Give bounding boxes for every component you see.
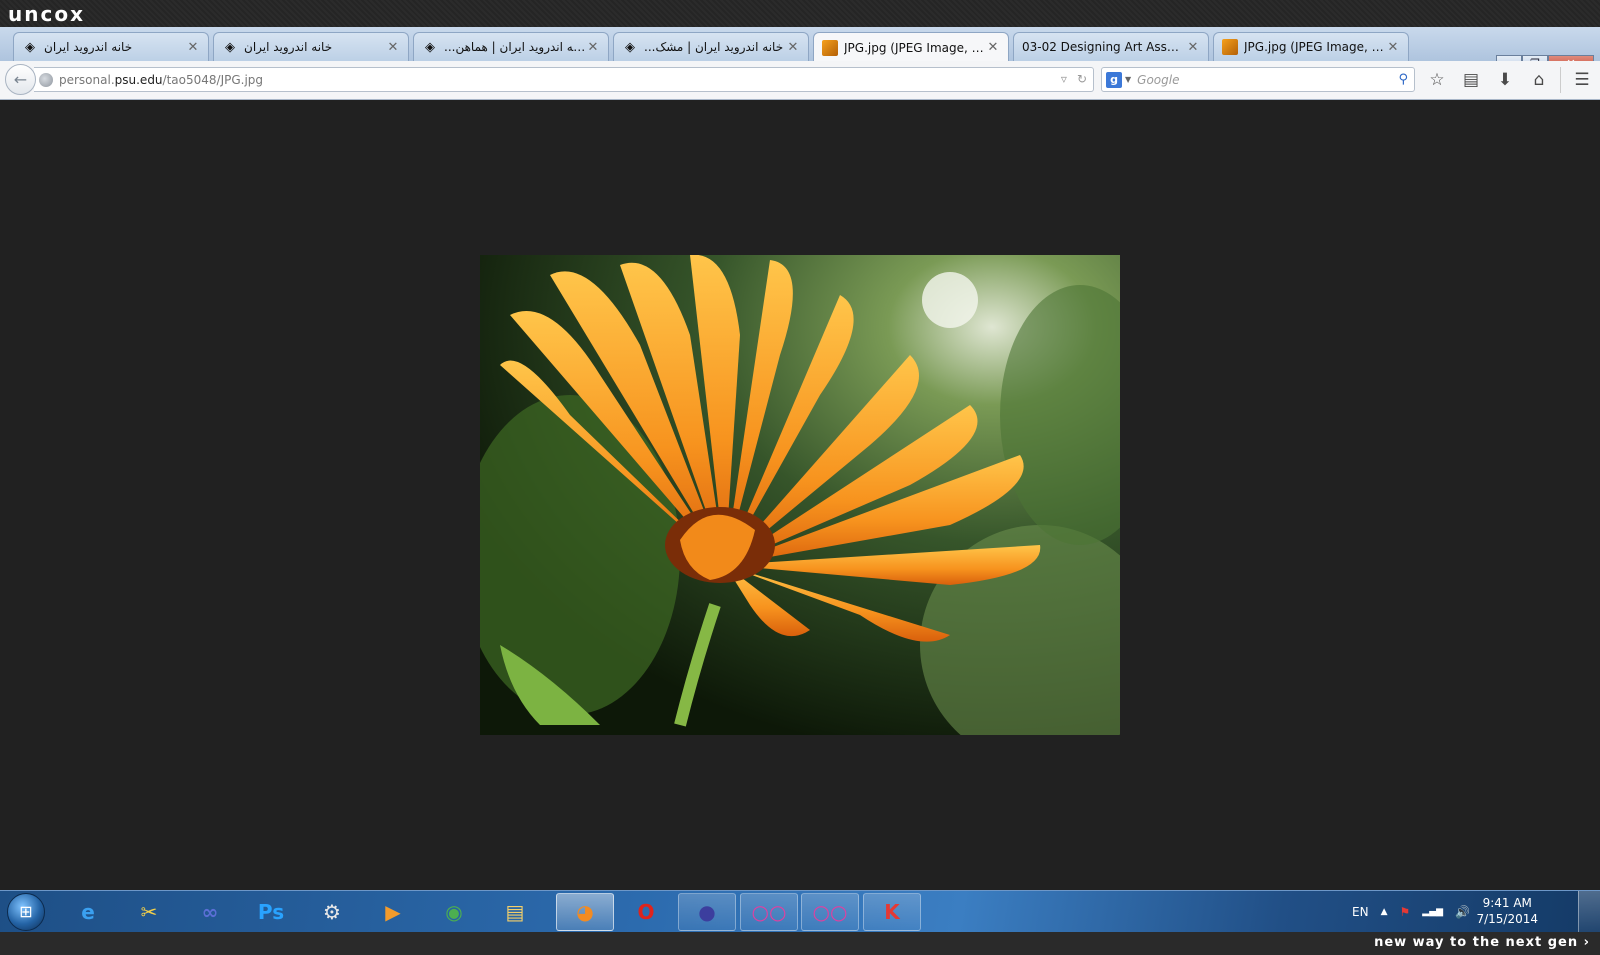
back-button[interactable]: ← <box>5 64 36 95</box>
search-input[interactable]: Google <box>1137 73 1398 87</box>
menu-icon[interactable]: ☰ <box>1565 66 1599 94</box>
history-dropdown-icon[interactable]: ▿ <box>1061 72 1067 86</box>
close-tab-icon[interactable]: ✕ <box>386 40 400 55</box>
clock-time: 9:41 AM <box>1482 896 1532 910</box>
brand-bar: uncox <box>0 0 1600 27</box>
tab-3[interactable]: ◈ ...خانه اندروید ایران | هماهن ✕ <box>413 32 609 61</box>
system-tray: EN ▲ ⚑ ▂▄▆ 🔊 <box>1352 891 1470 933</box>
eclipse-icon[interactable]: ● <box>678 893 736 931</box>
link-app-icon[interactable]: ○○ <box>740 893 798 931</box>
tab-2[interactable]: ◈ خانه اندروید ایران ✕ <box>213 32 409 61</box>
close-tab-icon[interactable]: ✕ <box>1386 40 1400 55</box>
tab-label: JPG.jpg (JPEG Image, 640... <box>844 40 986 55</box>
link-app-icon-2[interactable]: ○○ <box>801 893 859 931</box>
flower-image[interactable] <box>480 255 1120 735</box>
google-engine-icon[interactable]: g <box>1106 71 1122 88</box>
infinity-app-icon[interactable]: ∞ <box>181 893 239 931</box>
android-diamond-icon: ◈ <box>425 39 435 55</box>
close-tab-icon[interactable]: ✕ <box>986 40 1000 55</box>
tab-label: ...خانه اندروید ایران | هماهن <box>444 40 586 54</box>
downloads-icon[interactable]: ⬇ <box>1488 66 1522 94</box>
action-center-flag-icon[interactable]: ⚑ <box>1400 905 1411 919</box>
android-diamond-icon: ◈ <box>225 39 235 55</box>
android-diamond-icon: ◈ <box>625 39 635 55</box>
tab-label: 03-02 Designing Art Assets.m... <box>1022 40 1186 54</box>
bookmark-star-icon[interactable]: ☆ <box>1420 66 1454 94</box>
show-desktop-button[interactable] <box>1578 891 1600 933</box>
close-tab-icon[interactable]: ✕ <box>586 40 600 55</box>
tab-label: خانه اندروید ایران <box>244 40 333 54</box>
url-text[interactable]: personal.psu.edu/tao5048/JPG.jpg <box>59 73 263 87</box>
tab-1[interactable]: ◈ خانه اندروید ایران ✕ <box>13 32 209 61</box>
engine-dropdown-icon[interactable]: ▼ <box>1125 75 1131 84</box>
globe-icon <box>39 72 53 87</box>
tab-7[interactable]: JPG.jpg (JPEG Image, 640...✕ <box>1213 32 1409 61</box>
tab-strip: ◈ خانه اندروید ایران ✕ ◈ خانه اندروید ایران ✕… <box>0 27 1600 81</box>
search-icon[interactable]: ⚲ <box>1398 72 1408 87</box>
clock-date: 7/15/2014 <box>1476 912 1538 926</box>
photoshop-icon[interactable]: Ps <box>242 893 300 931</box>
image-thumbnail-icon <box>822 39 838 56</box>
tab-4[interactable]: ◈ ...خانه اندروید ایران | مشک ✕ <box>613 32 809 61</box>
url-domain: psu.edu <box>114 72 163 87</box>
tab-label: JPG.jpg (JPEG Image, 640... <box>1244 40 1386 54</box>
android-diamond-icon: ◈ <box>25 39 35 55</box>
footer-bar: new way to the next gen › <box>0 932 1600 955</box>
navigation-toolbar: personal.psu.edu/tao5048/JPG.jpg ▿ ↻ ← g… <box>0 61 1600 100</box>
tagline: new way to the next gen › <box>1374 935 1590 950</box>
opera-icon[interactable]: O <box>617 893 675 931</box>
close-tab-icon[interactable]: ✕ <box>786 40 800 55</box>
tab-label: ...خانه اندروید ایران | مشک <box>644 40 784 54</box>
tab-6[interactable]: 03-02 Designing Art Assets.m...✕ <box>1013 32 1209 61</box>
toolbar-divider <box>1560 67 1561 93</box>
windows-taskbar: ⊞ e ✂ ∞ Ps ⚙ ▶ ◉ ▤ ◕ O ● ○○ ○○ K EN ▲ ⚑ ▂▄▆ 🔊 9:41 AM… <box>0 890 1600 933</box>
reload-icon[interactable]: ↻ <box>1077 72 1087 86</box>
image-thumbnail-icon <box>1222 39 1238 55</box>
network-signal-icon[interactable]: ▂▄▆ <box>1422 907 1443 917</box>
close-tab-icon[interactable]: ✕ <box>186 40 200 55</box>
media-player-icon[interactable]: ▶ <box>364 893 422 931</box>
chrome-icon[interactable]: ◉ <box>425 893 483 931</box>
image-viewer <box>0 100 1600 890</box>
clock[interactable]: 9:41 AM 7/15/2014 <box>1476 895 1538 927</box>
close-tab-icon[interactable]: ✕ <box>1186 40 1200 55</box>
url-bar[interactable]: personal.psu.edu/tao5048/JPG.jpg ▿ ↻ <box>34 67 1094 92</box>
volume-icon[interactable]: 🔊 <box>1455 905 1470 919</box>
bookmarks-menu-icon[interactable]: ▤ <box>1454 66 1488 94</box>
kaspersky-icon[interactable]: K <box>863 893 921 931</box>
media-center-icon[interactable]: ⚙ <box>303 893 361 931</box>
show-hidden-icons-icon[interactable]: ▲ <box>1381 907 1388 917</box>
flower-photo-illustration <box>480 255 1120 735</box>
home-icon[interactable]: ⌂ <box>1522 66 1556 94</box>
tools-icon[interactable]: ✂ <box>120 893 178 931</box>
url-prefix: personal. <box>59 72 115 87</box>
language-indicator[interactable]: EN <box>1352 905 1369 919</box>
url-path: /tao5048/JPG.jpg <box>162 72 264 87</box>
brand-logo: uncox <box>8 2 85 26</box>
tab-label: خانه اندروید ایران <box>44 40 133 54</box>
search-bar[interactable]: g ▼ Google ⚲ <box>1101 67 1415 92</box>
start-button[interactable]: ⊞ <box>7 893 45 931</box>
firefox-icon[interactable]: ◕ <box>556 893 614 931</box>
file-explorer-icon[interactable]: ▤ <box>486 893 544 931</box>
internet-explorer-icon[interactable]: e <box>59 893 117 931</box>
tab-5[interactable]: JPG.jpg (JPEG Image, 640...✕ <box>813 32 1009 62</box>
